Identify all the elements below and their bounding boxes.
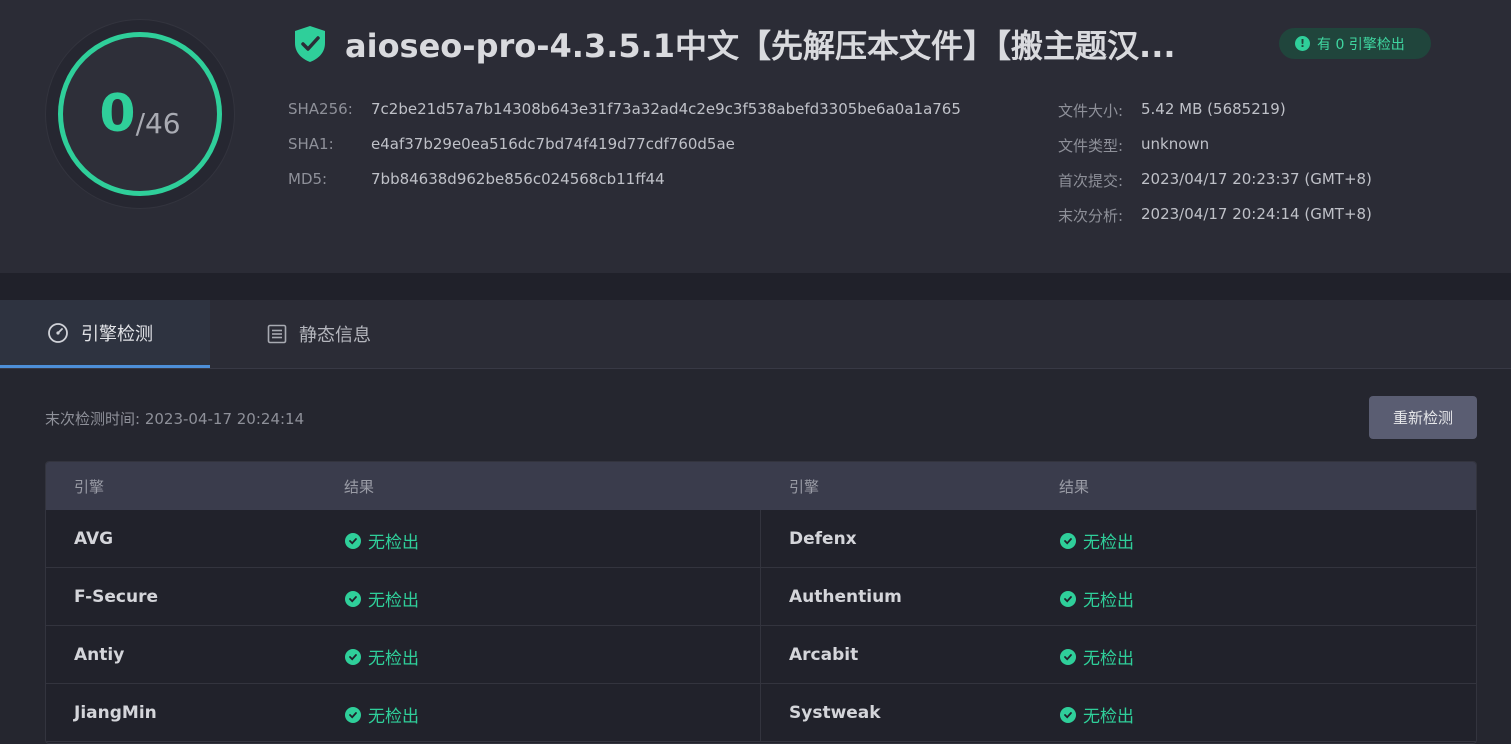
hash-value: e4af37b29e0ea516dc7bd74f419d77cdf760d5ae — [371, 135, 735, 153]
last-analysis-row: 末次分析: 2023/04/17 20:24:14 (GMT+8) — [1058, 205, 1372, 225]
meta-value: 5.42 MB (5685219) — [1141, 100, 1286, 118]
table-row: F-Secure 无检出 Authentium 无检出 — [46, 568, 1476, 626]
engine-total: /46 — [135, 106, 181, 140]
column-header-result: 结果 — [344, 478, 375, 496]
engine-result: 无检出 — [1060, 644, 1134, 669]
tab-label: 静态信息 — [299, 325, 371, 346]
check-circle-icon — [345, 590, 361, 607]
column-divider — [760, 626, 761, 684]
table-row: AVG 无检出 Defenx 无检出 — [46, 510, 1476, 568]
detection-status-badge: ! 有 0 引擎检出 — [1279, 28, 1431, 59]
file-size-row: 文件大小: 5.42 MB (5685219) — [1058, 100, 1286, 120]
file-summary-header: 0 /46 aioseo-pro-4.3.5.1中文【先解压本文件】【搬主题汉.… — [0, 0, 1511, 273]
engine-name: Defenx — [789, 529, 857, 549]
sha256-row: SHA256: 7c2be21d57a7b14308b643e31f73a32a… — [288, 100, 961, 120]
column-header-result: 结果 — [1059, 478, 1090, 496]
engine-name: Authentium — [789, 587, 902, 607]
engine-name: F-Secure — [74, 587, 159, 607]
badge-text: 有 0 引擎检出 — [1317, 36, 1405, 53]
column-divider — [760, 684, 761, 742]
check-circle-icon — [1060, 706, 1076, 723]
engine-result: 无检出 — [1060, 528, 1134, 553]
column-divider — [760, 510, 761, 568]
engine-result: 无检出 — [345, 528, 419, 553]
meta-value: 2023/04/17 20:23:37 (GMT+8) — [1141, 170, 1372, 188]
tab-engine-detection[interactable]: 引擎检测 — [0, 300, 210, 368]
column-header-engine: 引擎 — [789, 478, 820, 496]
engine-name: Arcabit — [789, 645, 859, 665]
list-icon — [267, 324, 287, 344]
section-separator — [0, 273, 1511, 300]
engine-result: 无检出 — [345, 586, 419, 611]
result-text: 无检出 — [1083, 591, 1134, 611]
result-text: 无检出 — [368, 533, 419, 553]
meta-label: 文件大小: — [1058, 102, 1124, 120]
hash-label: SHA1: — [288, 135, 334, 153]
md5-row: MD5: 7bb84638d962be856c024568cb11ff44 — [288, 170, 665, 190]
result-text: 无检出 — [368, 649, 419, 669]
meta-label: 末次分析: — [1058, 207, 1124, 225]
result-text: 无检出 — [1083, 649, 1134, 669]
engine-name: Systweak — [789, 703, 881, 723]
engine-name: Antiy — [74, 645, 125, 665]
file-type-row: 文件类型: unknown — [1058, 135, 1209, 155]
recheck-button[interactable]: 重新检测 — [1369, 396, 1477, 439]
engine-result: 无检出 — [1060, 702, 1134, 727]
engine-result: 无检出 — [345, 644, 419, 669]
shield-check-icon — [295, 26, 325, 62]
engine-name: AVG — [74, 529, 114, 549]
result-text: 无检出 — [368, 591, 419, 611]
check-circle-icon — [345, 648, 361, 665]
result-text: 无检出 — [1083, 707, 1134, 727]
engine-result: 无检出 — [345, 702, 419, 727]
gauge-icon — [48, 322, 68, 343]
table-header: 引擎 结果 引擎 结果 — [46, 462, 1476, 510]
meta-value: 2023/04/17 20:24:14 (GMT+8) — [1141, 205, 1372, 223]
first-submit-row: 首次提交: 2023/04/17 20:23:37 (GMT+8) — [1058, 170, 1372, 190]
detected-count: 0 — [99, 84, 136, 144]
table-row: JiangMin 无检出 Systweak 无检出 — [46, 684, 1476, 742]
hash-label: SHA256: — [288, 100, 353, 118]
hash-value: 7c2be21d57a7b14308b643e31f73a32ad4c2e9c3… — [371, 100, 961, 118]
result-text: 无检出 — [368, 707, 419, 727]
detection-score-ring: 0 /46 — [58, 32, 222, 196]
check-circle-icon — [1060, 590, 1076, 607]
tab-static-info[interactable]: 静态信息 — [210, 300, 420, 368]
tab-label: 引擎检测 — [81, 323, 153, 345]
meta-label: 文件类型: — [1058, 137, 1124, 155]
file-title: aioseo-pro-4.3.5.1中文【先解压本文件】【搬主题汉... — [345, 27, 1176, 65]
column-header-engine: 引擎 — [74, 478, 105, 496]
last-detection-time: 末次检测时间: 2023-04-17 20:24:14 — [45, 410, 305, 428]
meta-value: unknown — [1141, 135, 1210, 153]
hash-value: 7bb84638d962be856c024568cb11ff44 — [371, 170, 665, 188]
column-divider — [760, 568, 761, 626]
sha1-row: SHA1: e4af37b29e0ea516dc7bd74f419d77cdf7… — [288, 135, 735, 155]
title-row: aioseo-pro-4.3.5.1中文【先解压本文件】【搬主题汉... — [293, 22, 1235, 66]
hash-label: MD5: — [288, 170, 328, 188]
engine-name: JiangMin — [74, 703, 157, 723]
meta-label: 首次提交: — [1058, 172, 1124, 190]
check-circle-icon — [345, 532, 361, 549]
table-row: Antiy 无检出 Arcabit 无检出 — [46, 626, 1476, 684]
exclamation-icon: ! — [1295, 36, 1310, 51]
check-circle-icon — [345, 706, 361, 723]
check-circle-icon — [1060, 532, 1076, 549]
engine-result: 无检出 — [1060, 586, 1134, 611]
result-text: 无检出 — [1083, 533, 1134, 553]
tab-bar: 引擎检测 静态信息 — [0, 300, 1511, 369]
check-circle-icon — [1060, 648, 1076, 665]
engine-results-table: 引擎 结果 引擎 结果 AVG 无检出 Defenx 无检出 F-Secure … — [45, 461, 1477, 744]
